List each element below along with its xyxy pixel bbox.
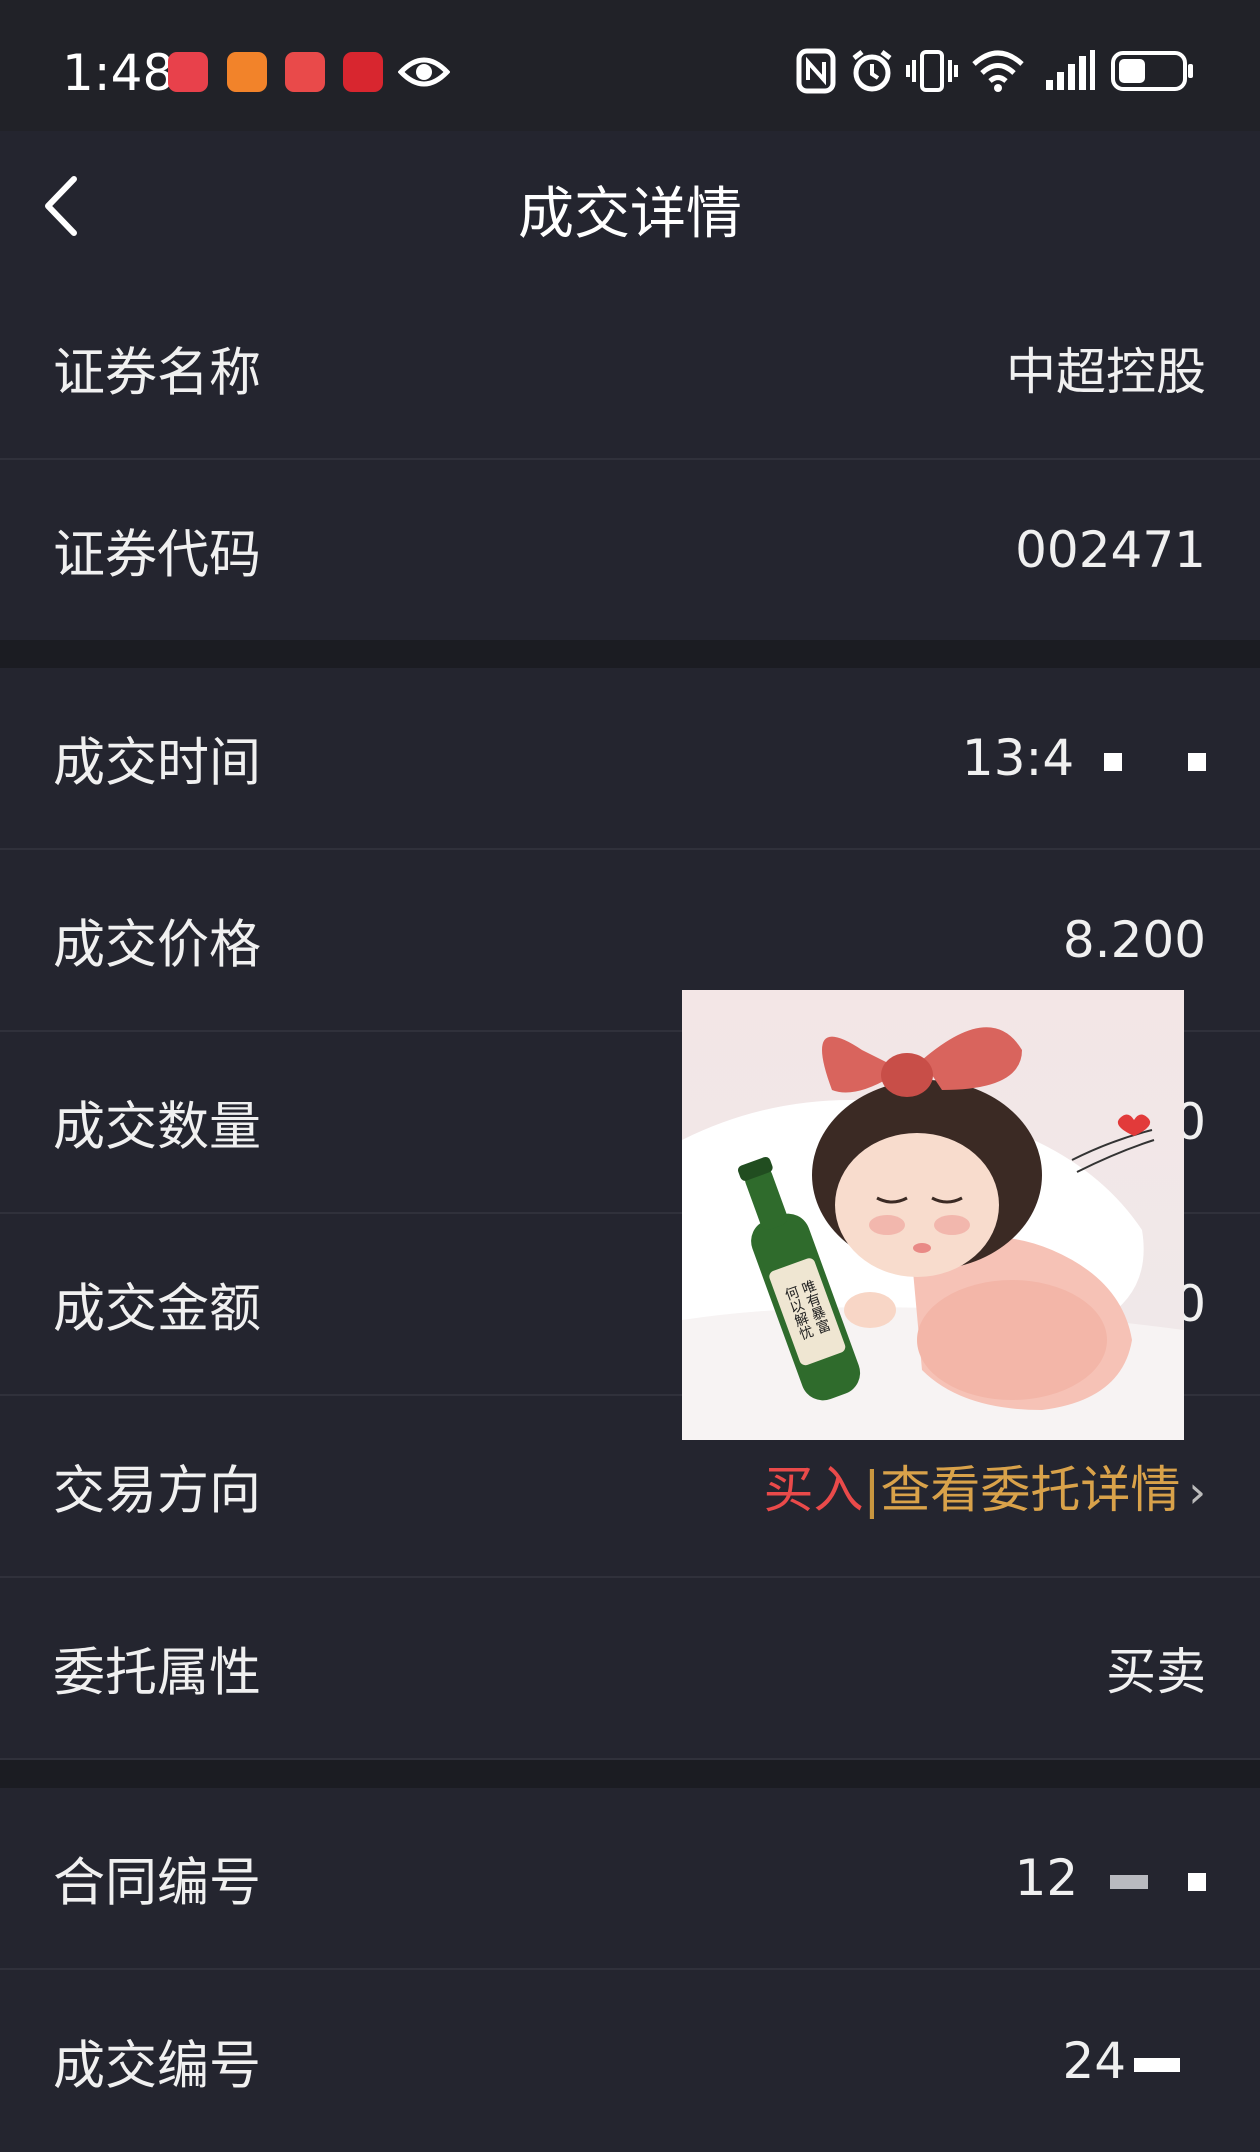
battery-icon (1111, 51, 1193, 91)
nfc-icon (796, 48, 836, 94)
header-bar: 成交详情 (0, 131, 1260, 278)
sleeping-girl-illustration: 何以解忧 唯有暴富 (682, 990, 1184, 1440)
section-divider (0, 640, 1260, 668)
row-value: 买入|查看委托详情 › (764, 1450, 1206, 1522)
row-label: 委托属性 (53, 1643, 262, 1704)
row-trade-time: 成交时间 13:4 (0, 668, 1260, 850)
section-divider (0, 1760, 1260, 1788)
taobao-app-icon (343, 52, 383, 92)
redaction-mask (1110, 1874, 1149, 1889)
row-security-name: 证券名称 中超控股 (0, 278, 1260, 460)
row-label: 交易方向 (53, 1461, 262, 1522)
signal-icon (1046, 50, 1095, 90)
redaction-mask (1188, 752, 1206, 771)
redaction-mask (1104, 752, 1123, 771)
row-label: 证券代码 (53, 525, 262, 586)
sticker-image: 何以解忧 唯有暴富 (682, 990, 1184, 1440)
redaction-mask (1188, 1872, 1206, 1891)
row-label: 证券名称 (53, 343, 262, 404)
row-label: 成交价格 (53, 915, 262, 976)
alarm-icon (852, 50, 892, 92)
redaction-mask (1134, 2057, 1180, 2072)
row-value: 买卖 (1106, 1643, 1206, 1701)
row-value: 24 (1062, 2032, 1180, 2090)
row-label: 成交金额 (53, 1279, 262, 1340)
row-label: 合同编号 (53, 1853, 262, 1914)
row-contract-number: 合同编号 12 (0, 1788, 1260, 1970)
page-title: 成交详情 (518, 182, 742, 247)
vibrate-icon (906, 50, 958, 92)
eye-icon (398, 57, 450, 87)
row-value: 8.200 (1062, 911, 1206, 969)
row-label: 成交编号 (53, 2036, 262, 2097)
row-label: 成交时间 (53, 733, 262, 794)
video-app-icon (227, 52, 267, 92)
view-order-details-link[interactable]: 查看委托详情 (880, 1461, 1180, 1519)
status-time: 1:48 (62, 44, 175, 102)
reader-app-icon (285, 52, 325, 92)
chevron-right-icon[interactable]: › (1188, 1467, 1206, 1518)
direction-separator: | (863, 1461, 881, 1519)
row-label: 成交数量 (53, 1097, 262, 1158)
row-value: 13:4 (962, 729, 1206, 787)
wifi-icon (972, 50, 1024, 92)
row-security-code: 证券代码 002471 (0, 460, 1260, 642)
trade-number-text: 24 (1062, 2032, 1127, 2090)
direction-buy-text: 买入 (763, 1461, 864, 1519)
trade-time-text: 13:4 (961, 729, 1075, 787)
huawei-store-icon (168, 52, 208, 92)
row-order-attribute: 委托属性 买卖 (0, 1578, 1260, 1760)
row-value: 12 (1015, 1849, 1206, 1907)
contract-number-text: 12 (1014, 1849, 1079, 1907)
row-trade-number: 成交编号 24 (0, 1970, 1260, 2152)
row-value: 中超控股 (1006, 343, 1206, 401)
row-value: 002471 (1015, 521, 1206, 579)
status-bar: 1:48 (0, 0, 1260, 131)
